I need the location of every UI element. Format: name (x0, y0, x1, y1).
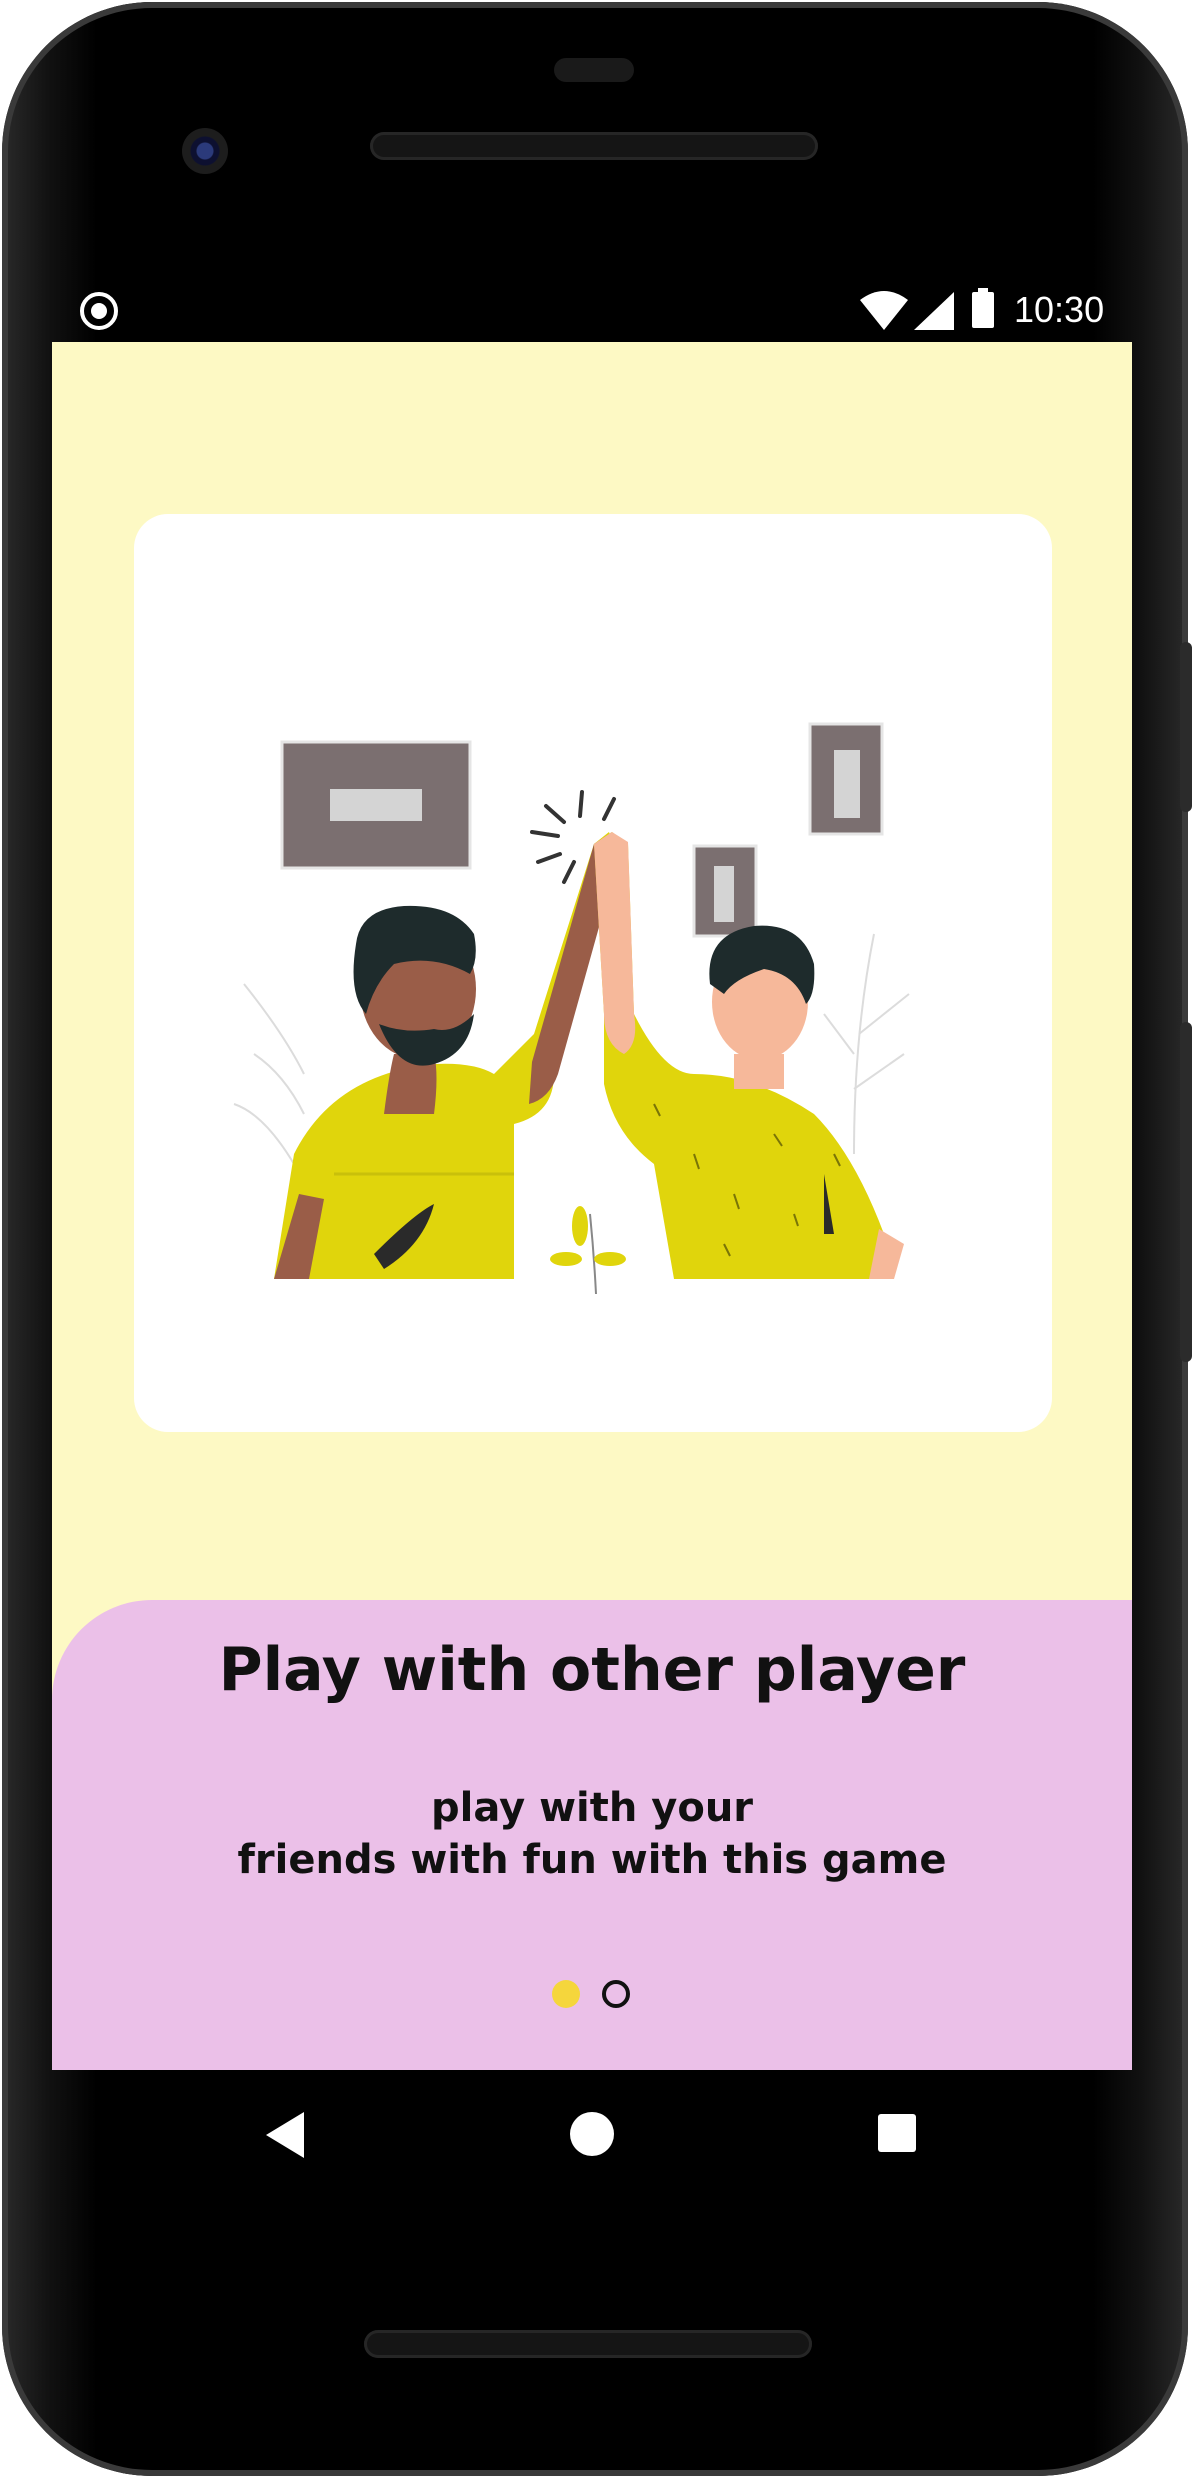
onboarding-subtitle: play with your friends with fun with thi… (52, 1782, 1132, 1886)
recents-icon[interactable] (878, 2114, 916, 2152)
back-icon[interactable] (266, 2112, 306, 2158)
front-camera-icon (182, 128, 228, 174)
battery-icon (972, 288, 994, 328)
status-bar: 10:30 (52, 286, 1132, 342)
power-button (1180, 642, 1192, 812)
top-speaker-grille (370, 132, 818, 160)
bottom-speaker-grille (364, 2330, 812, 2358)
subtitle-line-2: friends with fun with this game (237, 1837, 947, 1883)
record-indicator-icon (80, 292, 118, 330)
wall-frame-small (692, 844, 758, 938)
wall-frame-left (280, 740, 472, 870)
home-icon[interactable] (570, 2112, 614, 2156)
signal-icon (914, 292, 954, 330)
page-dot-active[interactable] (552, 1980, 580, 2008)
wifi-icon (860, 291, 908, 330)
volume-button (1180, 1022, 1192, 1362)
subtitle-line-1: play with your (430, 1785, 754, 1831)
earpiece (554, 58, 634, 82)
wall-frame-right (808, 722, 884, 836)
high-five-illustration (233, 722, 910, 1295)
small-plant (550, 1206, 626, 1295)
onboarding-title: Play with other player (218, 1635, 966, 1705)
page-dot-inactive[interactable] (602, 1980, 630, 2008)
status-time: 10:30 (1014, 289, 1105, 330)
illustration-card (134, 514, 1052, 1432)
onboarding-info-panel: Play with other player play with your fr… (52, 1600, 1132, 2070)
navigation-bar (52, 2070, 1132, 2200)
page-indicator (52, 1980, 1132, 2010)
onboarding-screen: Play with other player play with your fr… (52, 342, 1132, 2070)
